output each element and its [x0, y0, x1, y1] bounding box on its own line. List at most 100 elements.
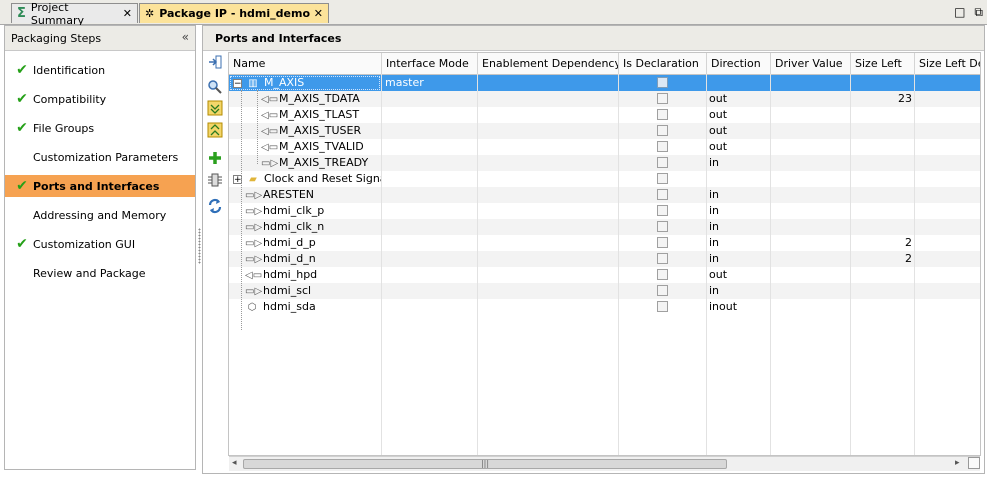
column-header[interactable]: Interface Mode — [382, 53, 478, 74]
size-left-cell[interactable]: 2 — [851, 251, 914, 267]
add-bus-interface-icon[interactable] — [207, 172, 223, 188]
table-row[interactable]: ▭▷hdmi_d_n in 2 — [229, 251, 980, 267]
size-left-cell[interactable] — [851, 299, 914, 315]
size-left-cell[interactable] — [851, 75, 914, 91]
is-declaration-checkbox[interactable] — [657, 77, 668, 88]
step-review-and-package[interactable]: Review and Package — [5, 262, 195, 284]
interface-mode-cell[interactable] — [385, 155, 477, 171]
expand-all-icon[interactable] — [207, 122, 223, 138]
table-row[interactable]: ◁▭M_AXIS_TDATA out 23 — [229, 91, 980, 107]
step-ports-and-interfaces[interactable]: ✔ Ports and Interfaces — [5, 175, 195, 197]
column-header[interactable]: Is Declaration — [619, 53, 707, 74]
scroll-left-icon[interactable]: ◂ — [232, 458, 237, 468]
tab-package-ip[interactable]: ✲ Package IP - hdmi_demo ✕ — [139, 3, 329, 23]
name-cell: +▰Clock and Reset Signals — [229, 171, 381, 187]
table-row[interactable]: ◁▭M_AXIS_TUSER out — [229, 123, 980, 139]
interface-mode-cell[interactable] — [385, 171, 477, 187]
add-icon[interactable] — [207, 150, 223, 166]
splitter-grip[interactable] — [198, 228, 201, 264]
is-declaration-checkbox[interactable] — [657, 109, 668, 120]
is-declaration-checkbox[interactable] — [657, 301, 668, 312]
collapse-icon[interactable]: « — [182, 30, 189, 44]
import-ports-icon[interactable] — [207, 54, 223, 70]
interface-mode-cell[interactable] — [385, 219, 477, 235]
is-declaration-checkbox[interactable] — [657, 157, 668, 168]
table-row[interactable]: ▭▷hdmi_scl in — [229, 283, 980, 299]
column-header[interactable]: Enablement Dependency — [478, 53, 619, 74]
collapse-all-icon[interactable] — [207, 100, 223, 116]
interface-mode-cell[interactable] — [385, 139, 477, 155]
is-declaration-checkbox[interactable] — [657, 237, 668, 248]
table-row[interactable]: ▭▷M_AXIS_TREADY in — [229, 155, 980, 171]
interface-mode-cell[interactable]: master — [385, 75, 477, 91]
restore-icon[interactable]: □ — [954, 5, 965, 20]
interface-mode-cell[interactable] — [385, 187, 477, 203]
is-declaration-checkbox[interactable] — [657, 205, 668, 216]
size-left-cell[interactable] — [851, 171, 914, 187]
column-header[interactable]: Driver Value — [771, 53, 851, 74]
column-header[interactable]: Size Left Dep — [915, 53, 980, 74]
table-row[interactable]: ▭▷ARESTEN in — [229, 187, 980, 203]
table-row[interactable]: +▰Clock and Reset Signals — [229, 171, 980, 187]
size-left-cell[interactable]: 2 — [851, 235, 914, 251]
is-declaration-checkbox[interactable] — [657, 269, 668, 280]
step-compatibility[interactable]: ✔ Compatibility — [5, 88, 195, 110]
interface-mode-cell[interactable] — [385, 203, 477, 219]
table-row[interactable]: − ▥ M_AXIS master — [229, 75, 980, 91]
is-declaration-checkbox[interactable] — [657, 173, 668, 184]
interface-mode-cell[interactable] — [385, 251, 477, 267]
step-customization-gui[interactable]: ✔ Customization GUI — [5, 233, 195, 255]
size-left-cell[interactable] — [851, 139, 914, 155]
table-row[interactable]: ▭▷hdmi_clk_n in — [229, 219, 980, 235]
column-header[interactable]: Name — [229, 53, 382, 74]
step-customization-parameters[interactable]: Customization Parameters — [5, 146, 195, 168]
size-left-cell[interactable] — [851, 283, 914, 299]
step-identification[interactable]: ✔ Identification — [5, 59, 195, 81]
size-left-cell[interactable]: 23 — [851, 91, 914, 107]
table-row[interactable]: ▭▷hdmi_clk_p in — [229, 203, 980, 219]
interface-mode-cell[interactable] — [385, 123, 477, 139]
direction-cell — [709, 75, 769, 91]
table-row[interactable]: ◁▭M_AXIS_TVALID out — [229, 139, 980, 155]
column-header[interactable]: Size Left — [851, 53, 915, 74]
step-addressing-and-memory[interactable]: Addressing and Memory — [5, 204, 195, 226]
interface-mode-cell[interactable] — [385, 283, 477, 299]
checkmark-icon: ✔ — [16, 236, 28, 252]
column-header[interactable]: Direction — [707, 53, 771, 74]
collapse-tree-icon[interactable]: − — [233, 79, 242, 89]
size-left-cell[interactable] — [851, 155, 914, 171]
is-declaration-checkbox[interactable] — [657, 253, 668, 264]
table-row[interactable]: ▭▷hdmi_d_p in 2 — [229, 235, 980, 251]
size-left-cell[interactable] — [851, 123, 914, 139]
search-icon[interactable] — [207, 79, 223, 95]
is-declaration-checkbox[interactable] — [657, 141, 668, 152]
corner-box-icon[interactable] — [968, 457, 980, 469]
table-row[interactable]: ⬡ hdmi_sda inout — [229, 299, 980, 315]
is-declaration-checkbox[interactable] — [657, 125, 668, 136]
close-icon[interactable]: ✕ — [314, 7, 323, 20]
is-declaration-checkbox[interactable] — [657, 93, 668, 104]
table-row[interactable]: ◁▭hdmi_hpd out — [229, 267, 980, 283]
interface-mode-cell[interactable] — [385, 91, 477, 107]
interface-mode-cell[interactable] — [385, 235, 477, 251]
size-left-cell[interactable] — [851, 203, 914, 219]
close-icon[interactable]: ✕ — [123, 7, 132, 20]
is-declaration-checkbox[interactable] — [657, 221, 668, 232]
size-left-cell[interactable] — [851, 219, 914, 235]
size-left-cell[interactable] — [851, 107, 914, 123]
horizontal-scrollbar[interactable]: ◂ ||| ▸ — [229, 456, 980, 471]
maximize-icon[interactable]: ⧉ — [974, 5, 983, 20]
scroll-right-icon[interactable]: ▸ — [955, 458, 960, 468]
scrollbar-thumb[interactable]: ||| — [243, 459, 727, 469]
interface-mode-cell[interactable] — [385, 107, 477, 123]
table-row[interactable]: ◁▭M_AXIS_TLAST out — [229, 107, 980, 123]
size-left-cell[interactable] — [851, 267, 914, 283]
is-declaration-checkbox[interactable] — [657, 189, 668, 200]
is-declaration-checkbox[interactable] — [657, 285, 668, 296]
tab-project-summary[interactable]: Σ Project Summary ✕ — [11, 1, 138, 27]
size-left-cell[interactable] — [851, 187, 914, 203]
interface-mode-cell[interactable] — [385, 267, 477, 283]
interface-mode-cell[interactable] — [385, 299, 477, 315]
refresh-icon[interactable] — [207, 198, 223, 214]
step-file-groups[interactable]: ✔ File Groups — [5, 117, 195, 139]
